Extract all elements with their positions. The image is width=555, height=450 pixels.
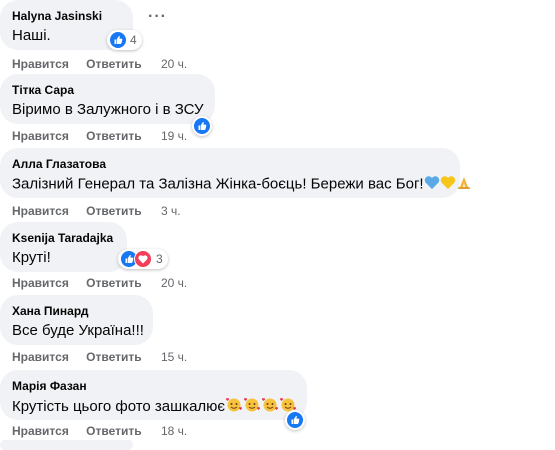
like-button[interactable]: Нравится <box>12 424 69 438</box>
like-icon <box>194 118 210 134</box>
comment-bubble: Хана Пинард Все буде Україна!!! <box>0 295 153 345</box>
comment-actions: Нравится Ответить 20 ч. <box>12 57 187 71</box>
comment-author[interactable]: Марія Фазан <box>12 379 87 393</box>
love-icon <box>134 250 152 268</box>
reply-button[interactable]: Ответить <box>86 276 141 290</box>
yellow-heart-emoji <box>440 175 456 194</box>
comment-text: Віримо в Залужного і в ЗСУ <box>12 101 204 118</box>
smiling-face-with-hearts-emoji <box>261 397 279 417</box>
more-options-button[interactable]: ··· <box>148 8 167 26</box>
reply-button[interactable]: Ответить <box>86 129 141 143</box>
comment-bubble: Ksenija Taradajka Круті! <box>0 222 127 272</box>
comment-text: Круті! <box>12 249 51 266</box>
reply-button[interactable]: Ответить <box>86 424 141 438</box>
reaction-summary[interactable]: 4 <box>107 30 142 50</box>
like-button[interactable]: Нравится <box>12 204 69 218</box>
comment-actions: Нравится Ответить 18 ч. <box>12 424 187 438</box>
reaction-summary[interactable]: 3 <box>118 249 168 269</box>
comment-actions: Нравится Ответить 19 ч. <box>12 129 187 143</box>
like-icon <box>110 32 126 48</box>
comment-text: Залізний Генерал та Залізна Жінка-боєць!… <box>12 175 472 194</box>
smiling-face-with-hearts-emoji <box>225 397 243 417</box>
comment-bubble <box>0 440 133 450</box>
comment-text-body: Залізний Генерал та Залізна Жінка-боєць!… <box>12 175 424 193</box>
smiling-face-with-hearts-emoji <box>243 397 261 417</box>
reaction-count: 3 <box>156 252 163 266</box>
comment-time[interactable]: 3 ч. <box>161 204 181 218</box>
comment-actions: Нравится Ответить 20 ч. <box>12 276 187 290</box>
like-button[interactable]: Нравится <box>12 276 69 290</box>
like-icon <box>287 412 303 428</box>
comment-author[interactable]: Halyna Jasinski <box>12 9 102 23</box>
comment-author[interactable]: Алла Глазатова <box>12 157 106 171</box>
comment-text: Наші. <box>12 27 51 44</box>
comment-text-body: Крутість цього фото зашкалює <box>12 397 226 415</box>
reaction-count: 4 <box>130 33 137 47</box>
reply-button[interactable]: Ответить <box>86 204 141 218</box>
comment-actions: Нравится Ответить 15 ч. <box>12 350 187 364</box>
comment-bubble: Тітка Сара Віримо в Залужного і в ЗСУ <box>0 74 215 124</box>
like-button[interactable]: Нравится <box>12 350 69 364</box>
folded-hands-emoji <box>456 175 472 194</box>
comment-author[interactable]: Тітка Сара <box>12 83 74 97</box>
comment-time[interactable]: 20 ч. <box>161 57 187 71</box>
blue-heart-emoji <box>424 175 440 194</box>
like-button[interactable]: Нравится <box>12 129 69 143</box>
comment-text: Все буде Україна!!! <box>12 322 144 339</box>
comment-time[interactable]: 15 ч. <box>161 350 187 364</box>
reaction-summary[interactable] <box>285 410 305 430</box>
comment-text: Крутість цього фото зашкалює <box>12 397 297 417</box>
like-button[interactable]: Нравится <box>12 57 69 71</box>
comment-time[interactable]: 18 ч. <box>161 424 187 438</box>
comment-time[interactable]: 19 ч. <box>161 129 187 143</box>
comment-author[interactable]: Хана Пинард <box>12 304 89 318</box>
comment-time[interactable]: 20 ч. <box>161 276 187 290</box>
reaction-summary[interactable] <box>192 116 212 136</box>
reply-button[interactable]: Ответить <box>86 57 141 71</box>
comment-bubble: Марія Фазан Крутість цього фото зашкалює <box>0 370 307 420</box>
comment-author[interactable]: Ksenija Taradajka <box>12 231 113 245</box>
comment-actions: Нравится Ответить 3 ч. <box>12 204 181 218</box>
comment-bubble: Алла Глазатова Залізний Генерал та Заліз… <box>0 148 470 198</box>
reply-button[interactable]: Ответить <box>86 350 141 364</box>
